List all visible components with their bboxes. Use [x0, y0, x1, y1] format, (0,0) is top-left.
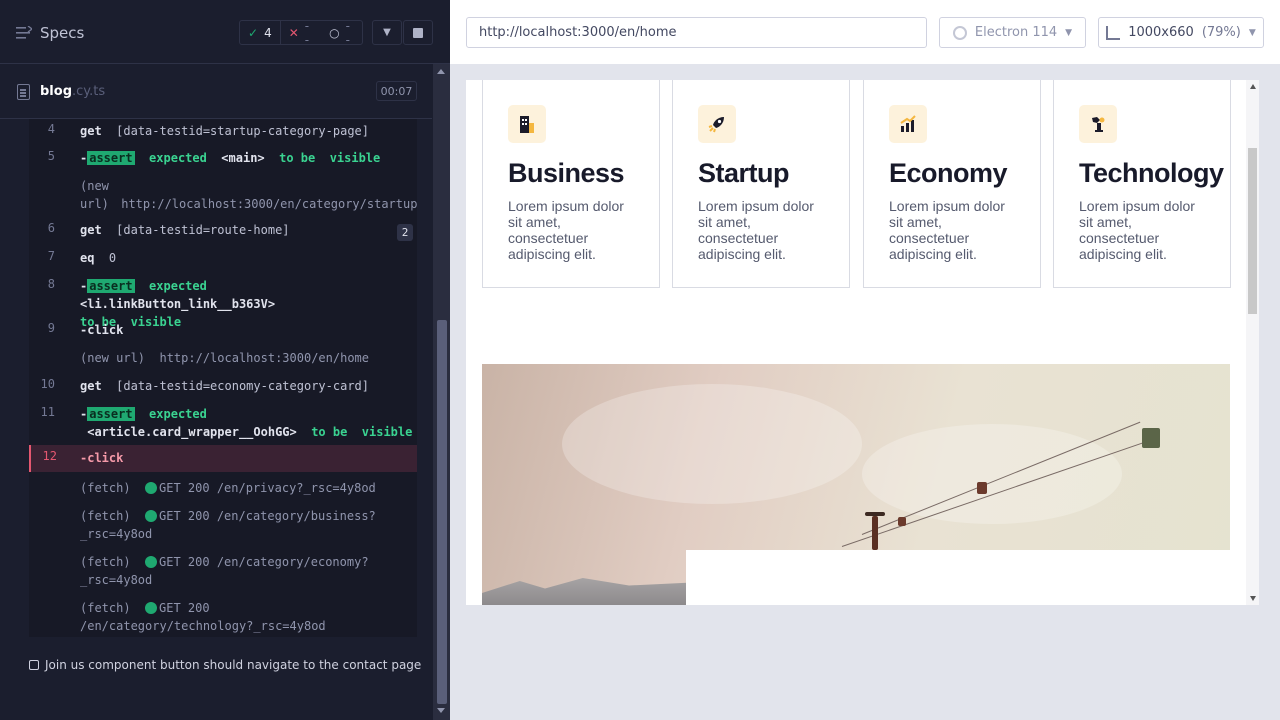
chevron-down-icon: ▼: [1065, 27, 1073, 38]
app-frame: Business Lorem ipsum dolor sit amet, con…: [466, 80, 1259, 605]
chevron-down-icon: ▼: [383, 27, 391, 38]
scroll-up-icon[interactable]: [437, 69, 445, 74]
pylon-shape: [872, 516, 878, 550]
stop-icon: [413, 27, 423, 38]
command-row[interactable]: 10 get [data-testid=economy-category-car…: [29, 377, 417, 397]
command-row[interactable]: 9 -click: [29, 321, 417, 341]
chart-icon: [889, 105, 927, 143]
command-row[interactable]: 6 get [data-testid=route-home] 2: [29, 221, 417, 243]
electron-icon: [952, 25, 967, 40]
app-scroll-thumb[interactable]: [1248, 148, 1257, 314]
chevron-down-icon: ▼: [1248, 27, 1256, 38]
pending-test-icon: [29, 660, 39, 670]
content-overlay: [686, 550, 1246, 605]
fetch-row[interactable]: (fetch) GET 200 /en/privacy?_rsc=4y8od: [29, 479, 417, 499]
card-title: Business: [508, 158, 625, 188]
file-icon: [17, 84, 30, 100]
status-dot-icon: [145, 510, 158, 522]
gondola-shape: [1142, 428, 1160, 448]
gondola-shape: [898, 517, 906, 526]
spec-duration: 00:07: [376, 81, 417, 101]
fetch-row[interactable]: (fetch) GET 200 /en/category/economy?_rs…: [29, 553, 417, 591]
command-row[interactable]: 11 - assert expected <article.card_wrappe…: [29, 405, 417, 443]
command-row[interactable]: (new url) http://localhost:3000/en/categ…: [29, 177, 417, 215]
viewport-selector[interactable]: 1000x660 (79%) ▼: [1098, 17, 1264, 48]
card-text: Lorem ipsum dolor sit amet, consectetuer…: [508, 198, 624, 262]
scroll-down-icon[interactable]: [437, 708, 445, 713]
fetch-row[interactable]: (fetch) GET 200 /en/category/technology?…: [29, 599, 417, 637]
expand-commands-button[interactable]: ▼: [372, 20, 402, 45]
scroll-down-icon[interactable]: [1250, 596, 1256, 601]
assert-badge: assert: [87, 407, 135, 421]
startup-category-card[interactable]: Startup Lorem ipsum dolor sit amet, cons…: [672, 80, 850, 288]
command-row[interactable]: 4 get [data-testid=startup-category-page…: [29, 122, 417, 142]
command-row[interactable]: (new url) http://localhost:3000/en/home: [29, 349, 417, 369]
command-log: 4 get [data-testid=startup-category-page…: [29, 119, 417, 637]
specs-title[interactable]: Specs: [40, 24, 84, 42]
command-row[interactable]: 7 eq 0: [29, 249, 417, 269]
gondola-shape: [977, 482, 987, 494]
failed-count: ✕ --: [288, 18, 310, 47]
new-url: http://localhost:3000/en/category/startu…: [121, 197, 417, 211]
fetch-row[interactable]: (fetch) GET 200 /en/category/business?_r…: [29, 507, 417, 545]
status-dot-icon: [145, 556, 158, 568]
economy-category-card[interactable]: Economy Lorem ipsum dolor sit amet, cons…: [863, 80, 1041, 288]
check-icon: ✓: [248, 25, 259, 40]
status-dot-icon: [145, 482, 158, 494]
card-title: Economy: [889, 158, 1008, 188]
card-text: Lorem ipsum dolor sit amet, consectetuer…: [698, 198, 814, 262]
mountain-shape: [482, 578, 692, 605]
reporter-panel: Specs ✓ 4 ✕ -- ○ -- ▼ blog.cy.ts 00:07 4…: [0, 0, 450, 720]
reporter-header: Specs ✓ 4 ✕ -- ○ -- ▼: [0, 0, 450, 64]
url-bar[interactable]: http://localhost:3000/en/home: [466, 17, 927, 48]
spec-name[interactable]: blog.cy.ts: [40, 84, 105, 99]
command-row[interactable]: 8 - assert expected <li.linkButton_link__…: [29, 277, 417, 329]
assert-badge: assert: [87, 279, 135, 293]
browser-selector[interactable]: Electron 114 ▼: [939, 17, 1086, 48]
passed-count: ✓ 4: [240, 21, 281, 44]
aut-panel: http://localhost:3000/en/home Electron 1…: [450, 0, 1280, 720]
card-title: Technology: [1079, 158, 1224, 188]
element-count-badge: 2: [397, 224, 413, 241]
assert-badge: assert: [87, 151, 135, 165]
stop-button[interactable]: [403, 20, 433, 45]
business-category-card[interactable]: Business Lorem ipsum dolor sit amet, con…: [482, 80, 660, 288]
aut-toolbar: http://localhost:3000/en/home Electron 1…: [450, 0, 1280, 64]
rocket-icon: [698, 105, 736, 143]
cloud-shape: [562, 384, 862, 504]
card-text: Lorem ipsum dolor sit amet, consectetuer…: [889, 198, 1005, 262]
card-text: Lorem ipsum dolor sit amet, consectetuer…: [1079, 198, 1195, 262]
technology-category-card[interactable]: Technology Lorem ipsum dolor sit amet, c…: [1053, 80, 1231, 288]
specs-list-icon[interactable]: [16, 26, 32, 40]
spinner-icon: ○: [329, 25, 340, 40]
reporter-scroll-thumb[interactable]: [437, 320, 447, 704]
scroll-up-icon[interactable]: [1250, 84, 1256, 89]
status-dot-icon: [145, 602, 158, 614]
card-title: Startup: [698, 158, 790, 188]
building-icon: [508, 105, 546, 143]
command-row[interactable]: 5 - assert expected <main> to be visible: [29, 149, 417, 169]
x-icon: ✕: [288, 25, 299, 40]
ruler-icon: [1106, 25, 1121, 40]
pending-count: ○ --: [329, 18, 350, 47]
next-test-item[interactable]: Join us component button should navigate…: [29, 658, 421, 672]
active-command-row[interactable]: 12 -click: [29, 445, 417, 472]
robot-arm-icon: [1079, 105, 1117, 143]
cloud-shape: [862, 424, 1122, 524]
new-url: http://localhost:3000/en/home: [159, 351, 369, 365]
test-stats: ✓ 4 ✕ -- ○ --: [239, 18, 363, 47]
